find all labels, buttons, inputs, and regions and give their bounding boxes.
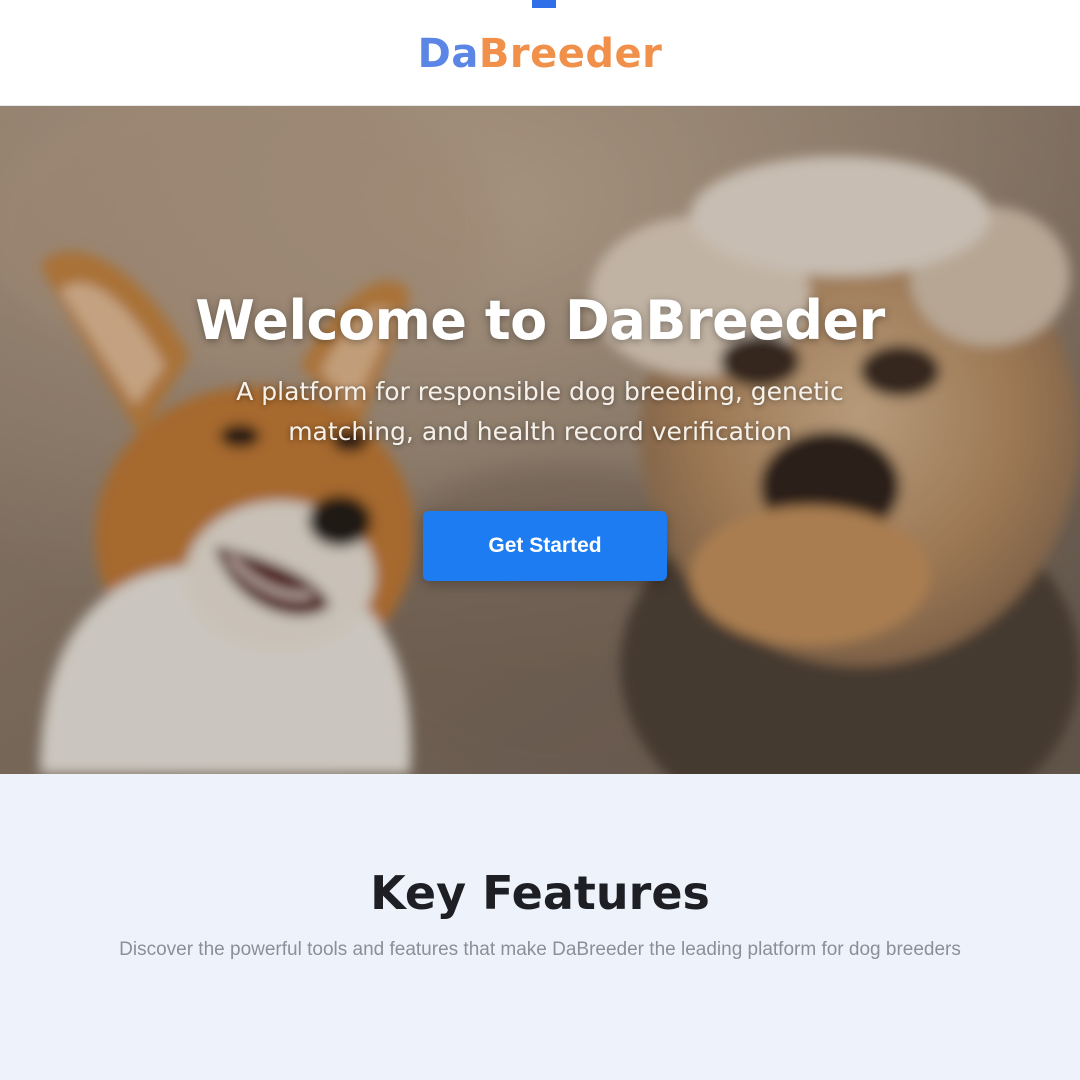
hero-subtitle: A platform for responsible dog breeding,… <box>236 377 844 446</box>
hero-title: Welcome to DaBreeder <box>195 289 885 352</box>
features-title: Key Features <box>370 866 710 920</box>
logo-text-breeder: Breeder <box>478 31 663 77</box>
site-header: DaBreeder <box>0 0 1080 106</box>
features-description: Discover the powerful tools and features… <box>119 939 961 960</box>
logo-text-da: Da <box>417 31 479 77</box>
key-features-section: Key Features Discover the powerful tools… <box>0 774 1080 1080</box>
hero-section: Welcome to DaBreeder A platform for resp… <box>0 106 1080 774</box>
site-logo[interactable]: DaBreeder <box>0 28 1080 80</box>
get-started-button[interactable]: Get Started <box>423 511 667 581</box>
header-accent-mark <box>532 0 556 8</box>
